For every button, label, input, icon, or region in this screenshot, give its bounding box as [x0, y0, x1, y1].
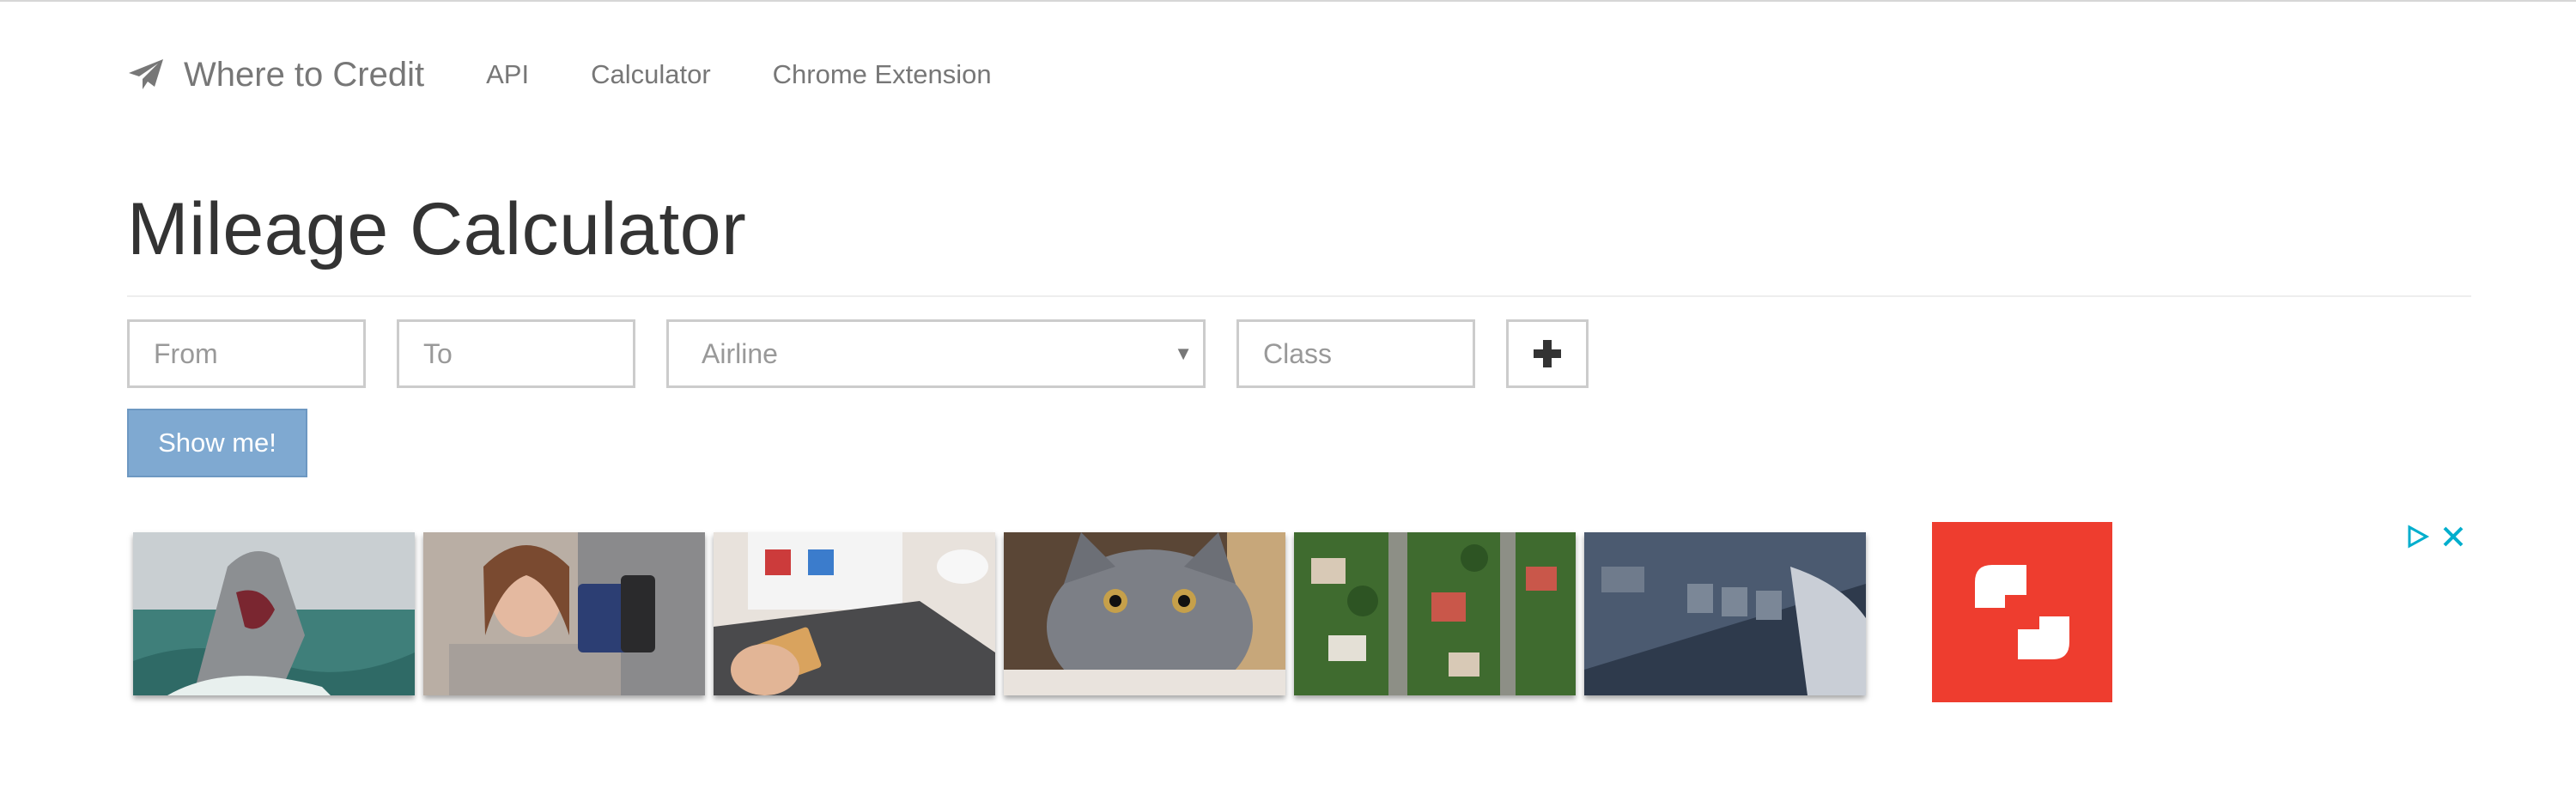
to-input[interactable] — [397, 319, 635, 388]
advertiser-logo[interactable] — [1932, 522, 2112, 702]
airline-select[interactable]: Airline ▼ — [666, 319, 1206, 388]
ad-thumbnail-aerial-suburb[interactable] — [1294, 532, 1576, 695]
cat-image — [1004, 532, 1285, 695]
nav-link-calculator[interactable]: Calculator — [591, 59, 711, 90]
brand-name: Where to Credit — [184, 55, 425, 94]
add-leg-button[interactable] — [1506, 319, 1589, 388]
caret-down-icon: ▼ — [1174, 343, 1193, 364]
ad-thumbnail-card-closeup[interactable] — [1584, 532, 1866, 695]
paper-plane-icon — [129, 59, 163, 89]
aerial-suburb-image — [1294, 532, 1576, 695]
brand-link[interactable]: Where to Credit — [127, 56, 424, 94]
ad-choices-play-icon[interactable] — [2404, 524, 2430, 549]
class-input[interactable] — [1236, 319, 1475, 388]
shark-image — [133, 532, 415, 695]
nav-link-api[interactable]: API — [486, 59, 529, 90]
brand-logo-icon — [1975, 565, 2069, 659]
show-me-button[interactable]: Show me! — [127, 409, 307, 477]
ad-thumbnail-woman-phone[interactable] — [423, 532, 705, 695]
airline-select-value: Airline — [702, 337, 778, 369]
ad-thumbnail-strip — [133, 532, 1874, 695]
card-laptop-image — [714, 532, 995, 695]
navbar: Where to Credit API Calculator Chrome Ex… — [127, 50, 992, 100]
top-border — [0, 0, 2576, 2]
ad-thumbnail-cat[interactable] — [1004, 532, 1285, 695]
from-input[interactable] — [127, 319, 366, 388]
page-title: Mileage Calculator — [127, 188, 747, 270]
plus-icon — [1534, 340, 1561, 367]
ad-thumbnail-shark[interactable] — [133, 532, 415, 695]
close-icon[interactable] — [2440, 524, 2466, 549]
nav-link-chrome-extension[interactable]: Chrome Extension — [773, 59, 992, 90]
ad-thumbnail-card-laptop[interactable] — [714, 532, 995, 695]
card-closeup-image — [1584, 532, 1866, 695]
woman-phone-image — [423, 532, 705, 695]
ad-choices — [2404, 524, 2476, 549]
title-divider — [127, 295, 2471, 297]
